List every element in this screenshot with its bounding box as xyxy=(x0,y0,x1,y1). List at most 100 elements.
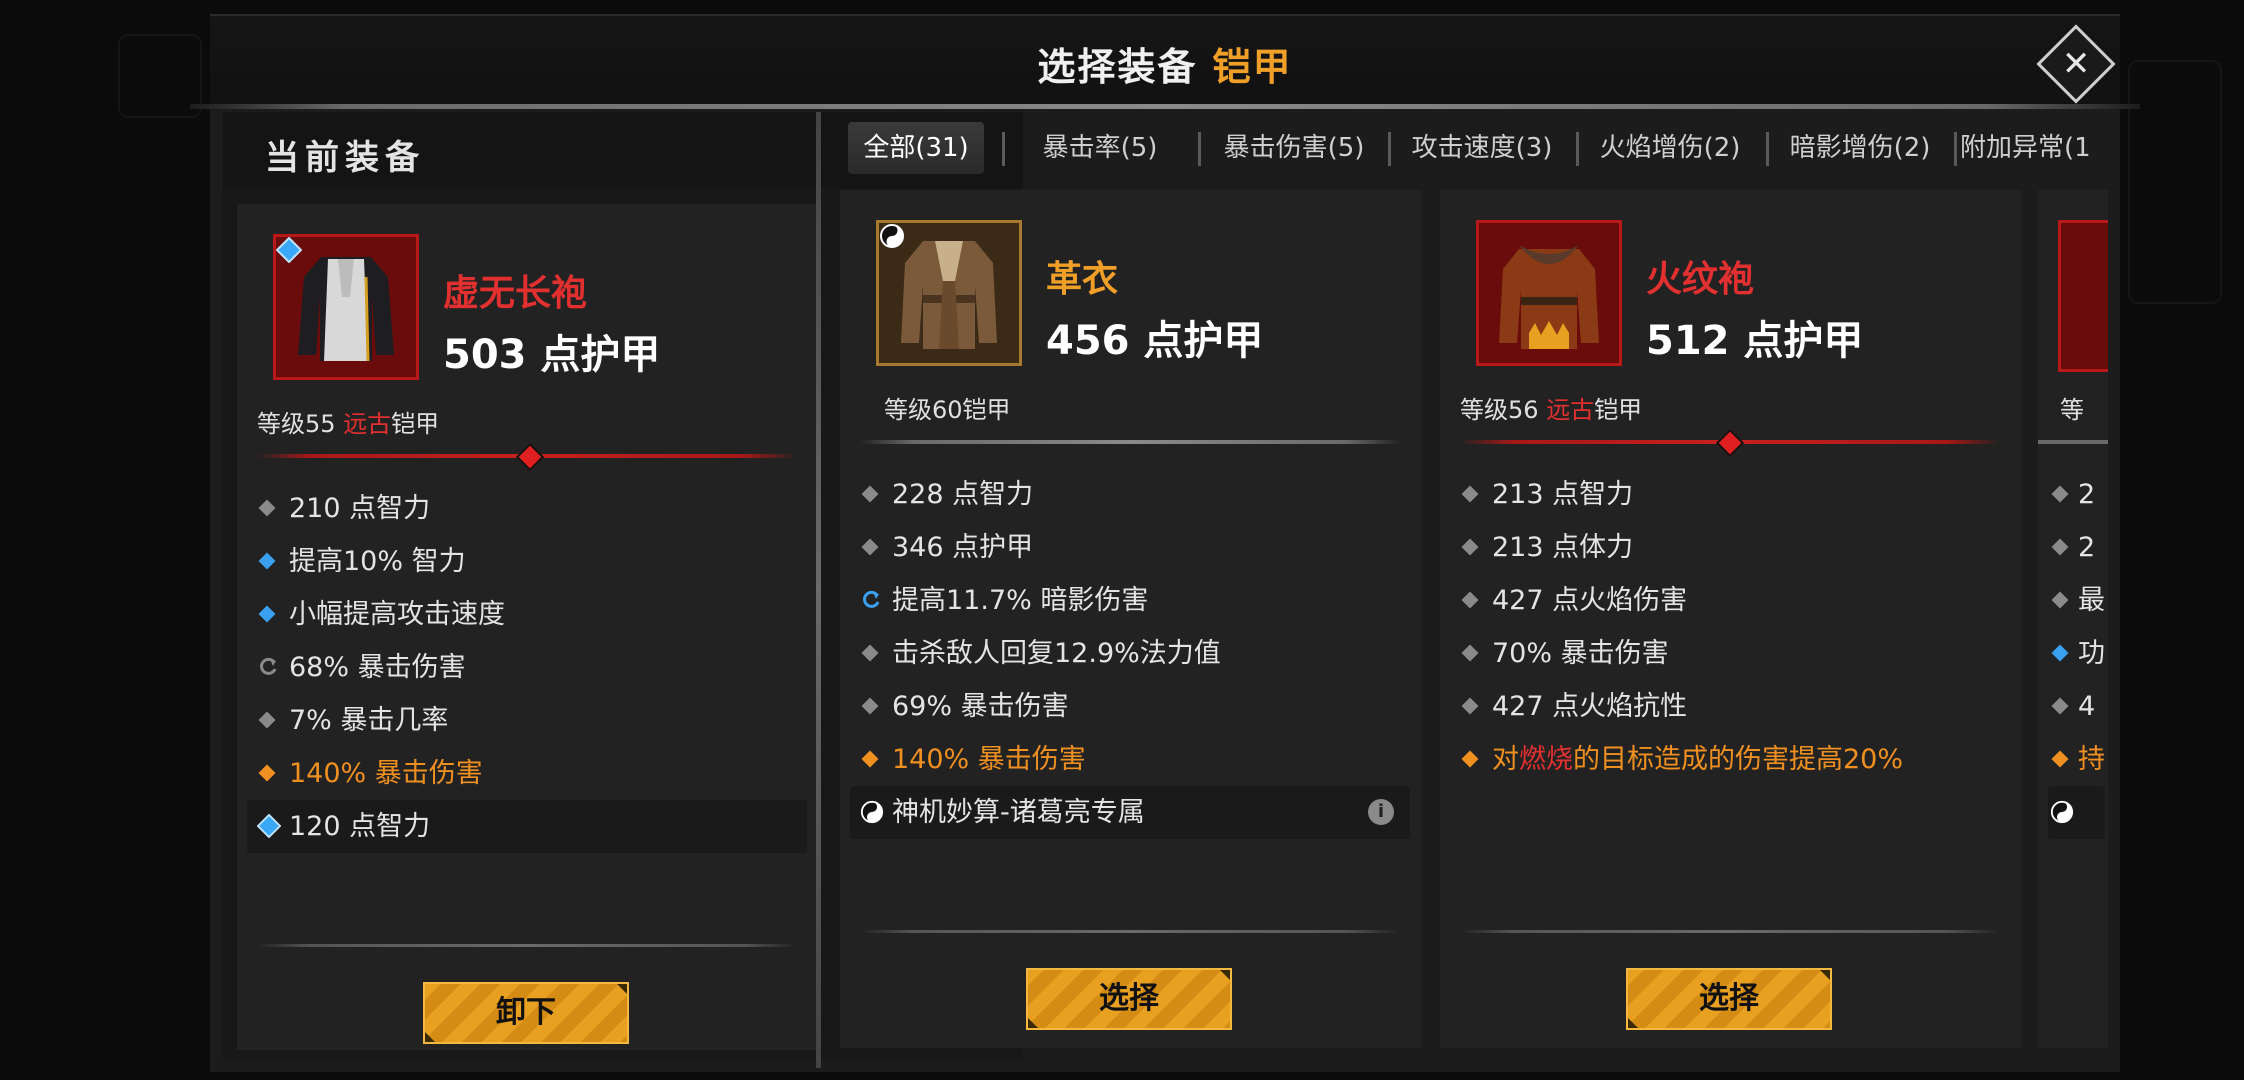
stat-row: 最 xyxy=(2048,574,2105,627)
stat-text: 69% 暴击伤害 xyxy=(892,691,1069,722)
diamond-bullet-icon xyxy=(258,764,276,782)
stat-text: 213 点体力 xyxy=(1492,532,1634,563)
armor-value: 512 点护甲 xyxy=(1646,318,1864,364)
stat-row: 69% 暴击伤害 xyxy=(850,680,1410,733)
tab-crit-rate[interactable]: 暴击率(5) xyxy=(1012,122,1188,174)
stat-text: 功 xyxy=(2078,638,2105,669)
diamond-bullet-icon xyxy=(258,711,276,729)
item-level-partial: 等 xyxy=(2060,396,2084,424)
current-item-card: 虚无长袍 503 点护甲 等级55 远古铠甲 210 点智力 提高10% 智力 … xyxy=(237,204,819,1050)
diamond-bullet-icon xyxy=(258,499,276,517)
stat-text: 228 点智力 xyxy=(892,479,1034,510)
tab-separator xyxy=(1198,132,1201,166)
armor-value: 456 点护甲 xyxy=(1046,318,1264,364)
quality-text: 远古 xyxy=(343,410,392,438)
stat-text: 击杀敌人回复12.9%法力值 xyxy=(892,638,1221,669)
diamond-bullet-icon xyxy=(2051,750,2069,768)
level-text: 等级60 xyxy=(884,396,963,424)
stat-row: 7% 暴击几率 xyxy=(247,694,807,747)
diamond-bullet-icon xyxy=(1461,538,1479,556)
diamond-bullet-icon xyxy=(258,605,276,623)
stat-text: 210 点智力 xyxy=(289,493,431,524)
item-level: 等级56 远古铠甲 xyxy=(1460,390,1642,425)
stat-row: 140% 暴击伤害 xyxy=(247,747,807,800)
tab-crit-damage[interactable]: 暴击伤害(5) xyxy=(1204,122,1384,174)
reroll-icon xyxy=(260,657,277,675)
blue-gem-icon xyxy=(276,237,302,263)
stat-row: 小幅提高攻击速度 xyxy=(247,588,807,641)
blue-gem-icon xyxy=(257,814,281,838)
diamond-bullet-icon xyxy=(1461,697,1479,715)
tab-all[interactable]: 全部(31) xyxy=(848,122,984,174)
stat-list: 213 点智力 213 点体力 427 点火焰伤害 70% 暴击伤害 427 点… xyxy=(1450,468,2010,786)
stat-text: 213 点智力 xyxy=(1492,479,1634,510)
card-bottom-divider xyxy=(1460,930,2000,933)
armor-value: 503 点护甲 xyxy=(443,332,661,378)
stat-row: 持 xyxy=(2048,733,2105,786)
select-button[interactable]: 选择 xyxy=(1026,968,1232,1030)
leather-coat-icon xyxy=(876,220,1022,366)
stat-row: 68% 暴击伤害 xyxy=(247,641,807,694)
stat-text: 2 xyxy=(2078,479,2096,510)
stat-text: 2 xyxy=(2078,532,2096,563)
stat-row: 346 点护甲 xyxy=(850,521,1410,574)
stat-list: 210 点智力 提高10% 智力 小幅提高攻击速度 68% 暴击伤害 7% 暴击… xyxy=(247,482,807,853)
stat-row: 70% 暴击伤害 xyxy=(1450,627,2010,680)
equipment-select-dialog: 选择装备 铠甲 ✕ 当前装备 虚无长袍 503 点护甲 等级55 远古铠甲 21… xyxy=(190,14,2140,1072)
stat-text: 427 点火焰抗性 xyxy=(1492,691,1688,722)
slot-text: 铠甲 xyxy=(962,396,1011,424)
dialog-title-prefix: 选择装备 xyxy=(1037,45,1198,89)
candidate-item-card-partial[interactable]: 等 2 2 最 功 4 持 xyxy=(2038,190,2108,1048)
close-icon: ✕ xyxy=(2061,44,2091,84)
divider-partial xyxy=(2038,440,2108,444)
divider-diamond-icon xyxy=(1715,428,1745,458)
stat-text: 346 点护甲 xyxy=(892,532,1034,563)
stat-row: 427 点火焰伤害 xyxy=(1450,574,2010,627)
stat-text-pre: 对 xyxy=(1492,744,1519,775)
background-panel xyxy=(2128,60,2222,304)
tab-fire-damage[interactable]: 火焰增伤(2) xyxy=(1580,122,1760,174)
tab-separator xyxy=(1576,132,1579,166)
candidate-item-card: 革衣 456 点护甲 等级60铠甲 228 点智力 346 点护甲 提高11.7… xyxy=(840,190,1422,1048)
diamond-bullet-icon xyxy=(1461,750,1479,768)
stat-text: 4 xyxy=(2078,691,2096,722)
level-text: 等级55 xyxy=(257,410,336,438)
panel-divider xyxy=(816,112,821,1068)
diamond-bullet-icon xyxy=(258,552,276,570)
socket-stat-row: 120 点智力 xyxy=(247,800,807,853)
stat-text: 神机妙算-诸葛亮专属 xyxy=(892,797,1145,828)
tab-extra-status[interactable]: 附加异常(1 xyxy=(1960,122,2102,174)
card-bottom-divider xyxy=(257,944,797,947)
stat-row: 功 xyxy=(2048,627,2105,680)
diamond-bullet-icon xyxy=(2051,591,2069,609)
diamond-bullet-icon xyxy=(2051,644,2069,662)
tab-attack-speed[interactable]: 攻击速度(3) xyxy=(1392,122,1572,174)
tab-shadow-damage[interactable]: 暗影增伤(2) xyxy=(1770,122,1950,174)
diamond-bullet-icon xyxy=(1461,485,1479,503)
stat-text: 提高11.7% 暗影伤害 xyxy=(892,585,1149,616)
stat-text: 持 xyxy=(2078,744,2105,775)
dialog-title-category: 铠甲 xyxy=(1212,45,1293,89)
stat-text: 427 点火焰伤害 xyxy=(1492,585,1688,616)
stat-row: 228 点智力 xyxy=(850,468,1410,521)
stat-text: 最 xyxy=(2078,585,2105,616)
stat-text-highlight: 燃烧 xyxy=(1519,744,1573,775)
stat-row: 213 点体力 xyxy=(1450,521,2010,574)
tab-separator xyxy=(1954,132,1957,166)
item-name: 虚无长袍 xyxy=(443,273,588,314)
stat-text: 140% 暴击伤害 xyxy=(289,758,483,789)
diamond-bullet-icon xyxy=(1461,591,1479,609)
item-icon-partial xyxy=(2058,220,2108,372)
set-bonus-row[interactable]: 神机妙算-诸葛亮专属 i xyxy=(850,786,1410,839)
diamond-bullet-icon xyxy=(861,644,879,662)
stat-row: 2 xyxy=(2048,521,2105,574)
title-bar: 选择装备 铠甲 ✕ xyxy=(210,16,2120,106)
item-level: 等级60铠甲 xyxy=(884,390,1011,425)
stat-row: 提高10% 智力 xyxy=(247,535,807,588)
info-icon[interactable]: i xyxy=(1368,799,1394,825)
diamond-bullet-icon xyxy=(861,485,879,503)
set-bonus-row xyxy=(2048,786,2105,839)
stat-text: 提高10% 智力 xyxy=(289,546,466,577)
select-button[interactable]: 选择 xyxy=(1626,968,1832,1030)
unequip-button[interactable]: 卸下 xyxy=(423,982,629,1044)
